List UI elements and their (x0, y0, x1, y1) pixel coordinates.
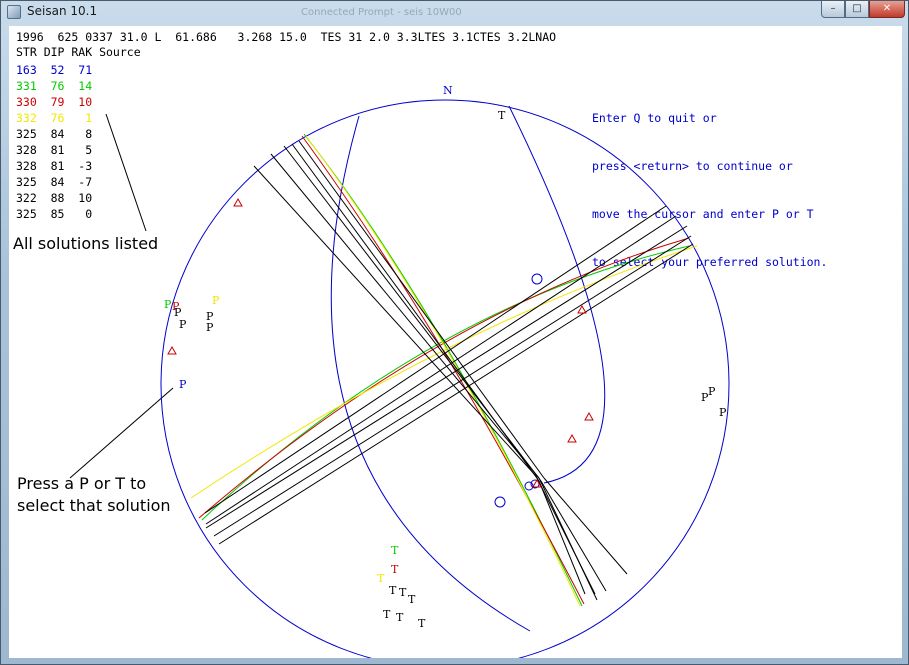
close-button[interactable]: ✕ (869, 1, 905, 18)
t-axis-label: T (399, 586, 407, 599)
stereonet-circle (160, 99, 730, 658)
t-axis-label: T (391, 563, 399, 576)
annotation-pointer (69, 387, 174, 479)
t-axis-label: T (396, 611, 404, 624)
p-axis-label: P (179, 318, 187, 331)
window-title: Seisan 10.1 (27, 4, 98, 18)
seisan-window: Seisan 10.1 Connected Prompt - seis 10W0… (0, 0, 909, 665)
focal-mechanism-plot[interactable]: N T P P P P P P P P P P P T T T T T T T (9, 26, 902, 658)
title-bar[interactable]: Seisan 10.1 Connected Prompt - seis 10W0… (1, 1, 908, 23)
t-axis-label: T (408, 593, 416, 606)
nodal-planes-black (204, 140, 694, 601)
t-axis-label: T (377, 572, 385, 585)
annotation-pointer (105, 113, 147, 232)
app-icon (7, 5, 21, 19)
nodal-plane-red (301, 135, 585, 605)
t-axis-label: T (389, 584, 397, 597)
minimize-button[interactable]: – (821, 1, 845, 18)
plot-canvas[interactable]: 1996 625 0337 31.0 L 61.686 3.268 15.0 T… (9, 26, 902, 658)
t-axis-label: T (391, 544, 399, 557)
background-window-title: Connected Prompt - seis 10W00 (301, 7, 462, 18)
t-axis-label: T (418, 617, 426, 630)
maximize-button[interactable]: □ (845, 1, 869, 18)
t-axis-label: T (498, 109, 506, 122)
p-axis-label: P (179, 378, 187, 391)
p-axis-label: P (164, 298, 172, 311)
p-axis-label: P (708, 385, 716, 398)
nodal-plane-blue (330, 115, 531, 632)
p-axis-label: P (206, 321, 214, 334)
p-axis-label: P (719, 406, 727, 419)
nodal-plane-yellow (190, 245, 698, 499)
t-axis-label: T (383, 608, 391, 621)
north-label: N (443, 84, 453, 97)
p-axis-label: P (212, 294, 220, 307)
